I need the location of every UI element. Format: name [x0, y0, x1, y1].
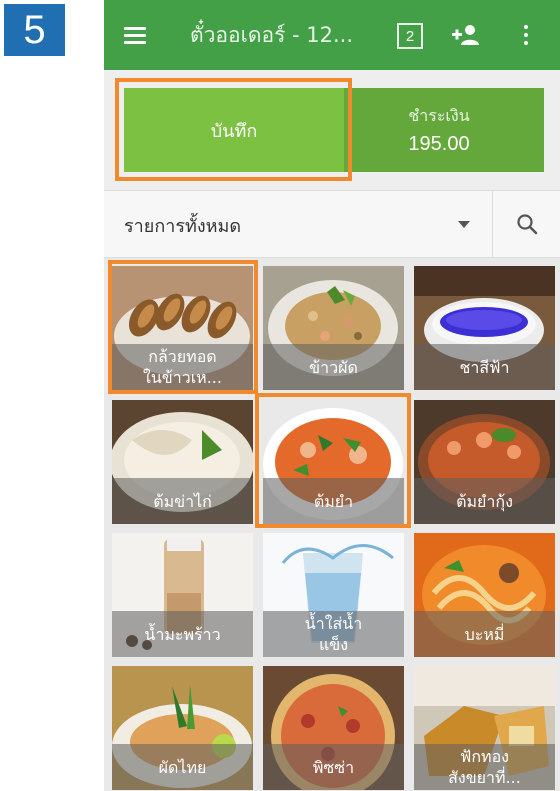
search-button[interactable] — [493, 191, 560, 257]
add-person-icon[interactable] — [449, 20, 483, 50]
category-dropdown[interactable]: รายการทั้งหมด — [104, 191, 492, 257]
menu-item-tile[interactable]: กล้วยทอด ในข้าวเห... — [112, 266, 253, 390]
menu-item-tile[interactable]: ชาสีฟ้า — [414, 266, 555, 390]
menu-item-label: ต้มข่าไก่ — [112, 478, 253, 524]
menu-item-tile[interactable]: ผัดไทย — [112, 666, 253, 790]
menu-item-label: พิซซ่า — [263, 744, 404, 790]
menu-item-label: ต้มยำ — [263, 478, 404, 524]
order-actions: ชำระเงิน 195.00 บันทึก — [104, 70, 560, 190]
search-icon — [516, 214, 537, 235]
save-button-label: บันทึก — [210, 120, 258, 142]
menu-item-label: ฟักทอง สังขยาที่... — [414, 744, 555, 790]
pay-button[interactable]: ชำระเงิน 195.00 — [334, 88, 544, 172]
order-ticket-title: ตั๋วออเดอร์ - 12... — [190, 23, 354, 47]
menu-item-label: น้ำมะพร้าว — [112, 611, 253, 657]
menu-item-label: น้ำใส่น้ำ แข็ง — [263, 611, 404, 657]
filter-bar: รายการทั้งหมด — [104, 190, 560, 258]
phone-screen: ตั๋วออเดอร์ - 12... 2 ชำระเงิน 195.00 บั… — [104, 0, 560, 791]
menu-item-label: กล้วยทอด ในข้าวเห... — [112, 344, 253, 390]
menu-item-tile[interactable]: ต้มข่าไก่ — [112, 400, 253, 524]
pay-button-label: ชำระเงิน — [408, 106, 470, 125]
menu-item-label: ผัดไทย — [112, 744, 253, 790]
menu-item-tile[interactable]: พิซซ่า — [263, 666, 404, 790]
step-number-badge: 5 — [4, 4, 65, 56]
menu-item-tile[interactable]: ต้มยำกุ้ง — [414, 400, 555, 524]
menu-item-tile[interactable]: บะหมี่ — [414, 533, 555, 657]
menu-item-label: ชาสีฟ้า — [414, 344, 555, 390]
menu-item-tile[interactable]: น้ำมะพร้าว — [112, 533, 253, 657]
menu-item-tile[interactable]: ต้มยำ — [263, 400, 404, 524]
menu-item-tile[interactable]: น้ำใส่น้ำ แข็ง — [263, 533, 404, 657]
pay-amount: 195.00 — [408, 133, 470, 155]
menu-item-label: บะหมี่ — [414, 611, 555, 657]
dropdown-caret-icon — [458, 221, 470, 228]
menu-item-label: ข้าวผัด — [263, 344, 404, 390]
menu-item-tile[interactable]: ฟักทอง สังขยาที่... — [414, 666, 555, 790]
menu-icon[interactable] — [118, 20, 154, 50]
more-vert-icon[interactable] — [516, 20, 536, 50]
menu-item-tile[interactable]: ข้าวผัด — [263, 266, 404, 390]
save-button[interactable]: บันทึก — [124, 88, 344, 172]
menu-item-label: ต้มยำกุ้ง — [414, 478, 555, 524]
app-bar: ตั๋วออเดอร์ - 12... 2 — [104, 0, 560, 70]
category-label: รายการทั้งหมด — [124, 216, 242, 237]
guest-count-badge[interactable]: 2 — [397, 23, 423, 49]
